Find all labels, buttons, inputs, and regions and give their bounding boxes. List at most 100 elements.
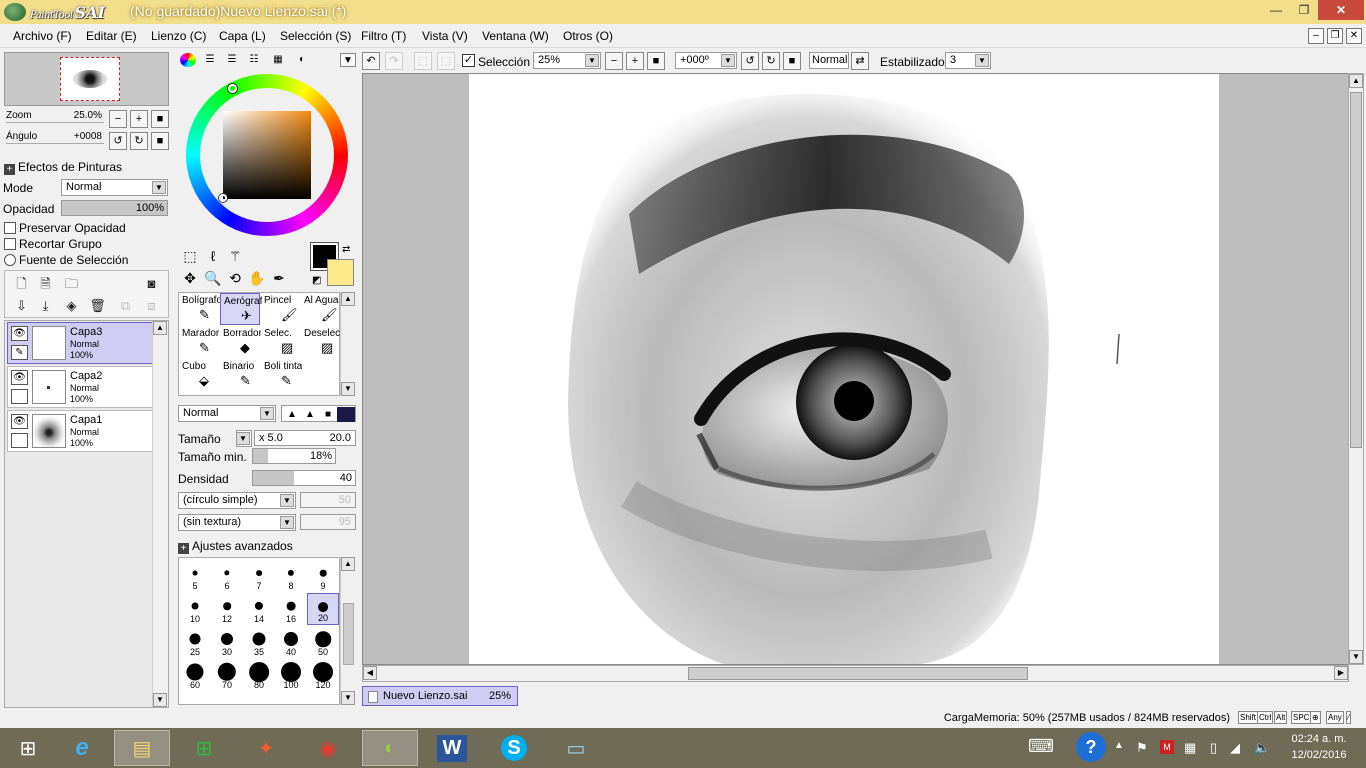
canvas-rotate-right-icon[interactable]: ↻: [762, 52, 780, 70]
chrome-button[interactable]: ◉: [300, 730, 356, 766]
advanced-settings-header[interactable]: + Ajustes avanzados: [178, 539, 293, 554]
internet-explorer-button[interactable]: e: [54, 730, 110, 766]
eye-icon[interactable]: 👁: [11, 370, 28, 385]
eyedropper-icon[interactable]: ✒: [270, 269, 288, 287]
brush-boligrafo[interactable]: Bolígrafo ✎: [179, 293, 220, 325]
brush-blend-select[interactable]: Normal ▼: [178, 405, 276, 422]
magic-wand-icon[interactable]: ⚚: [226, 247, 244, 265]
navigator-preview[interactable]: [4, 52, 169, 106]
canvas-zoom-out-icon[interactable]: −: [605, 52, 623, 70]
layer-list-scrollbar[interactable]: ▲ ▼: [152, 321, 168, 707]
brush-size-preset[interactable]: 35: [243, 626, 275, 658]
mdi-minimize-icon[interactable]: –: [1308, 28, 1324, 44]
canvas-rotate-reset-icon[interactable]: ■: [783, 52, 801, 70]
rotate-left-button[interactable]: ↺: [109, 132, 127, 150]
skype-button[interactable]: S: [486, 730, 542, 766]
antivirus-icon[interactable]: M: [1160, 740, 1174, 754]
menu-ventana[interactable]: Ventana (W): [482, 29, 549, 43]
swap-colors-icon[interactable]: ⇄: [342, 244, 350, 255]
min-size-slider[interactable]: 18%: [252, 448, 336, 464]
layer-opacity-slider[interactable]: 100%: [61, 200, 168, 216]
scroll-down-icon[interactable]: ▼: [341, 382, 355, 396]
clip-group-checkbox[interactable]: Recortar Grupo: [4, 237, 102, 251]
brush-shape-select[interactable]: (círculo simple) ▼: [178, 492, 296, 509]
scroll-left-icon[interactable]: ◀: [363, 666, 377, 680]
brush-size-preset[interactable]: 60: [179, 659, 211, 691]
delete-layer-icon[interactable]: 🗑: [89, 297, 106, 314]
start-button[interactable]: ⊞: [0, 730, 56, 766]
brush-size-preset[interactable]: 100: [275, 659, 307, 691]
scroll-thumb[interactable]: [1350, 92, 1362, 448]
signal-icon[interactable]: ◢: [1230, 740, 1240, 756]
flag-icon[interactable]: ⚑: [1136, 740, 1148, 756]
keyboard-icon[interactable]: ⌨: [1028, 736, 1054, 757]
scroll-right-icon[interactable]: ▶: [1334, 666, 1348, 680]
canvas-blend-select[interactable]: Normal: [809, 52, 849, 69]
brush-icon[interactable]: ✎: [11, 345, 28, 360]
angle-slider[interactable]: Ángulo +0008: [6, 131, 104, 144]
close-button[interactable]: ✕: [1318, 0, 1364, 20]
word-button[interactable]: W: [424, 730, 480, 766]
scratchpad-tab-icon[interactable]: ◐: [294, 53, 310, 67]
zoom-reset-button[interactable]: ■: [151, 110, 169, 128]
size-mult-select[interactable]: ▼: [236, 430, 252, 447]
edge-medium-icon[interactable]: ▲: [301, 407, 319, 422]
menu-seleccion[interactable]: Selección (S): [280, 29, 351, 43]
scroll-thumb[interactable]: [688, 667, 1028, 680]
lock-toggle[interactable]: [11, 433, 28, 448]
canvas-horizontal-scrollbar[interactable]: ◀ ▶: [362, 665, 1349, 682]
brush-selec[interactable]: Selec. ▨: [261, 326, 301, 358]
density-slider[interactable]: 40: [252, 470, 356, 486]
rotate-tool-icon[interactable]: ⟲: [226, 269, 244, 287]
stabilizer-select[interactable]: 3 ▼: [945, 52, 991, 69]
brush-size-preset[interactable]: 80: [243, 659, 275, 691]
scroll-up-icon[interactable]: ▲: [1349, 74, 1363, 88]
color-wheel[interactable]: [186, 74, 348, 236]
brush-binario[interactable]: Binario ✎: [220, 359, 260, 391]
selection-checkbox[interactable]: ✓: [462, 54, 475, 67]
canvas-zoom-reset-icon[interactable]: ■: [647, 52, 665, 70]
zoom-tool-icon[interactable]: 🔍: [204, 269, 222, 287]
brush-size-preset[interactable]: 50: [307, 626, 339, 658]
navigator-viewport[interactable]: [60, 57, 120, 101]
preserve-opacity-checkbox[interactable]: Preservar Opacidad: [4, 221, 126, 235]
canvas-paper[interactable]: [469, 74, 1219, 664]
brush-marador[interactable]: Marador ✎: [179, 326, 219, 358]
scroll-up-icon[interactable]: ▲: [341, 292, 355, 306]
edge-hard-icon[interactable]: ■: [319, 407, 337, 422]
move-icon[interactable]: ✥: [181, 269, 199, 287]
brush-size-preset[interactable]: 25: [179, 626, 211, 658]
new-layer-icon[interactable]: 🗋: [13, 275, 30, 292]
minimize-button[interactable]: —: [1262, 0, 1290, 20]
brush-size-preset[interactable]: 16: [275, 593, 307, 625]
hand-icon[interactable]: ✋: [248, 269, 266, 287]
brush-size-preset[interactable]: 5: [179, 560, 211, 592]
brush-size-slider[interactable]: x 5.0 20.0: [254, 430, 356, 446]
layer-item-capa2[interactable]: 👁 Capa2 Normal 100%: [7, 366, 153, 408]
color-mixer-tab-icon[interactable]: ☷: [246, 53, 262, 67]
canvas-zoom-in-icon[interactable]: +: [626, 52, 644, 70]
brush-pincel[interactable]: Pincel 🖌: [261, 293, 301, 325]
canvas-zoom-select[interactable]: 25% ▼: [533, 52, 601, 69]
undo-icon[interactable]: ↶: [362, 52, 380, 70]
canvas-angle-select[interactable]: +000º ▼: [675, 52, 737, 69]
menu-archivo[interactable]: Archivo (F): [13, 29, 72, 43]
show-hidden-icons[interactable]: ▲: [1114, 740, 1124, 751]
store-button[interactable]: ⊞: [176, 730, 232, 766]
new-folder-icon[interactable]: 🗀: [63, 275, 80, 292]
secondary-color-swatch[interactable]: [327, 259, 354, 286]
layer-item-capa3[interactable]: 👁 ✎ Capa3 Normal 100%: [7, 322, 153, 364]
mdi-restore-icon[interactable]: ❐: [1327, 28, 1343, 44]
hue-marker[interactable]: [228, 84, 237, 93]
help-icon[interactable]: ?: [1076, 732, 1106, 762]
rect-select-icon[interactable]: ⬚: [181, 247, 199, 265]
scroll-thumb[interactable]: [343, 603, 354, 665]
layer-item-capa1[interactable]: 👁 Capa1 Normal 100%: [7, 410, 153, 452]
menu-otros[interactable]: Otros (O): [563, 29, 613, 43]
flip-horizontal-icon[interactable]: ⇄: [851, 52, 869, 70]
color-wheel-tab-icon[interactable]: [180, 53, 196, 67]
swatches-tab-icon[interactable]: ▦: [270, 53, 286, 67]
new-linework-layer-icon[interactable]: 🗎: [37, 275, 54, 292]
canvas-area[interactable]: [362, 73, 1349, 665]
eye-icon[interactable]: 👁: [11, 414, 28, 429]
